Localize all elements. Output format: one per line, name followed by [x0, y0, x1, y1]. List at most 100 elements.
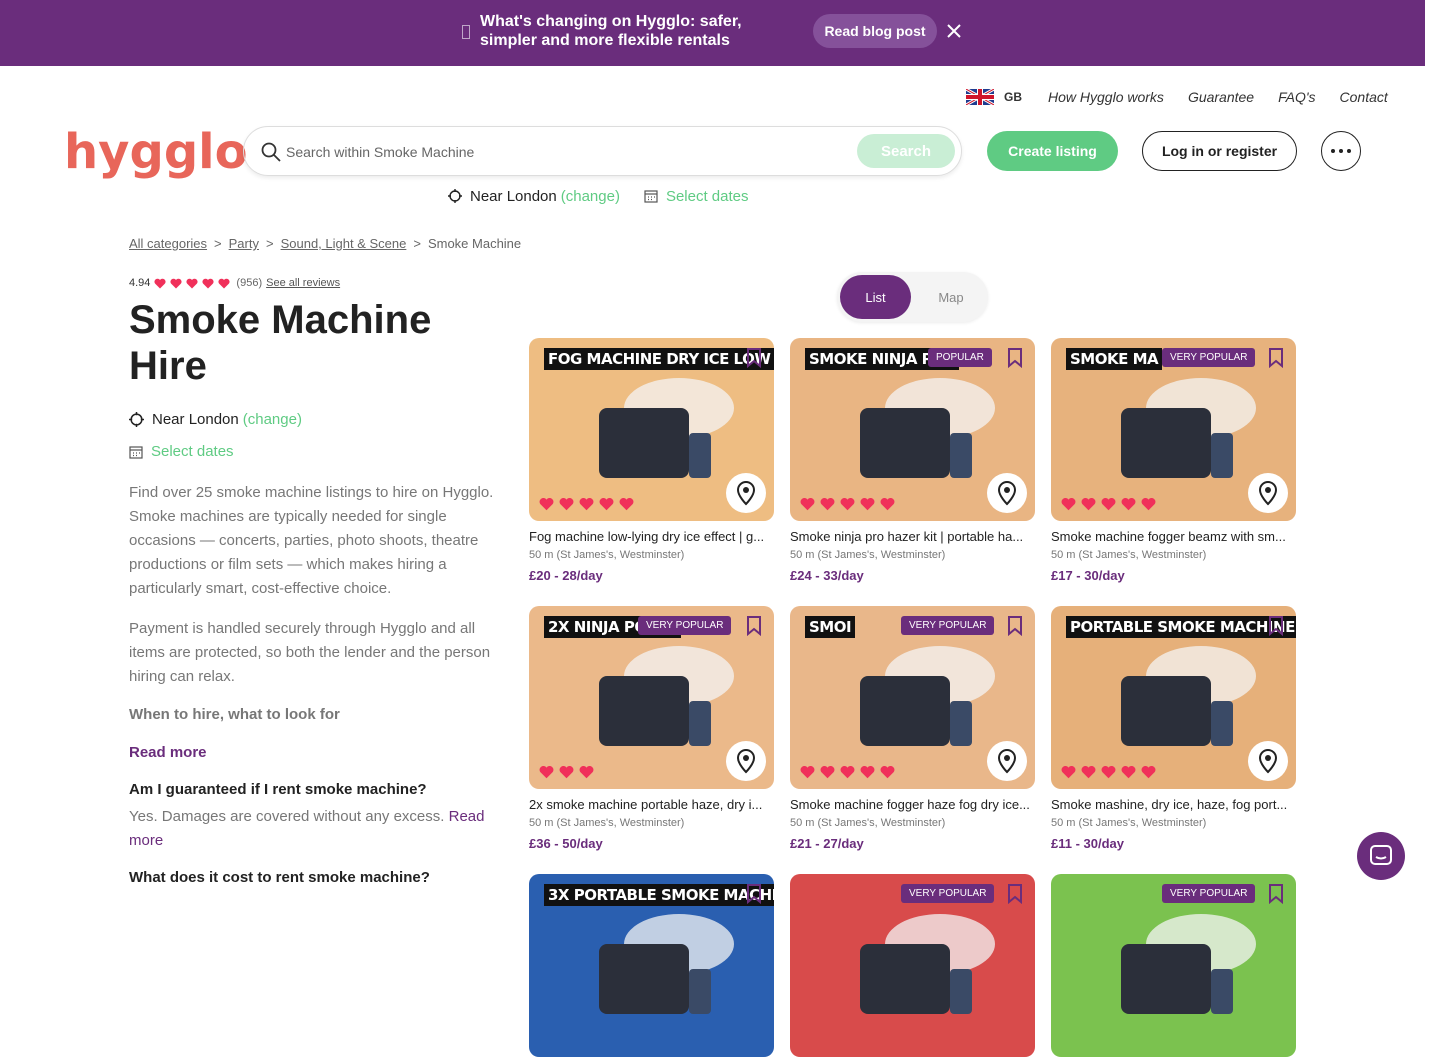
create-listing-button[interactable]: Create listing: [987, 131, 1118, 171]
owner-avatar: [987, 473, 1027, 513]
page-title: Smoke Machine Hire: [129, 298, 432, 388]
read-blog-post-button[interactable]: Read blog post: [813, 14, 937, 48]
listing-price: £36 - 50/day: [529, 836, 603, 851]
heart-icon: [1061, 497, 1076, 511]
heart-icon: [880, 497, 895, 511]
faqs-link[interactable]: FAQ's: [1278, 89, 1315, 105]
bookmark-icon[interactable]: [1007, 616, 1023, 636]
bookmark-icon[interactable]: [746, 616, 762, 636]
heart-icon: [539, 765, 554, 779]
calendar-icon: [644, 190, 658, 203]
heart-icon: [1101, 765, 1116, 779]
left-location: Near London (change): [129, 411, 302, 428]
map-pin-icon: [1258, 748, 1278, 774]
rating-hearts: [800, 765, 895, 779]
heart-icon: [1121, 497, 1136, 511]
listing-title[interactable]: Smoke mashine, dry ice, haze, fog port..…: [1051, 797, 1296, 812]
uk-flag-icon[interactable]: [966, 89, 994, 105]
breadcrumb-separator: >: [214, 236, 222, 251]
listing-card[interactable]: SMOKE MA VERY POPULAR Smoke machine fogger…: [1051, 338, 1296, 583]
breadcrumb-party[interactable]: Party: [229, 236, 259, 251]
listing-price: £20 - 28/day: [529, 568, 603, 583]
listing-title[interactable]: 2x smoke machine portable haze, dry i...: [529, 797, 774, 812]
heart-icon: [619, 497, 634, 511]
rating-hearts: [800, 497, 895, 511]
bookmark-icon[interactable]: [1268, 884, 1284, 904]
select-dates-link[interactable]: Select dates: [151, 443, 234, 460]
guarantee-link[interactable]: Guarantee: [1188, 89, 1254, 105]
listing-image[interactable]: VERY POPULAR: [1051, 874, 1296, 1057]
bookmark-icon[interactable]: [1268, 348, 1284, 368]
listing-image[interactable]: 2X NINJA PORTA VERY POPULAR: [529, 606, 774, 789]
heart-icon: [539, 497, 554, 511]
breadcrumb: All categories > Party > Sound, Light & …: [129, 236, 521, 251]
map-view-button[interactable]: Map: [917, 275, 985, 319]
listing-card[interactable]: VERY POPULAR: [1051, 874, 1296, 1057]
breadcrumb-separator: >: [265, 236, 274, 251]
heart-icon: [202, 278, 214, 288]
change-location-link[interactable]: (change): [243, 411, 302, 428]
location-target-icon: [448, 189, 462, 203]
listing-image[interactable]: SMOKE MA VERY POPULAR: [1051, 338, 1296, 521]
listing-image[interactable]: PORTABLE SMOKE MACHINE: [1051, 606, 1296, 789]
listing-location: 50 m (St James's, Westminster): [1051, 549, 1207, 561]
left-dates: Select dates: [129, 443, 234, 460]
read-more-link[interactable]: Read more: [129, 744, 207, 761]
listing-image[interactable]: SMOKE NINJA PRO POPULAR: [790, 338, 1035, 521]
listing-image[interactable]: VERY POPULAR: [790, 874, 1035, 1057]
heart-icon: [579, 497, 594, 511]
listing-image[interactable]: 3X PORTABLE SMOKE MACHINE ULTIMATE SET: [529, 874, 774, 1057]
change-location-link[interactable]: (change): [561, 188, 620, 205]
hygglo-logo[interactable]: hygglo: [64, 124, 248, 180]
category-description: Find over 25 smoke machine listings to h…: [129, 484, 494, 597]
how-hygglo-works-link[interactable]: How Hygglo works: [1048, 89, 1164, 105]
listing-location: 50 m (St James's, Westminster): [790, 549, 946, 561]
breadcrumb-current: Smoke Machine: [427, 236, 522, 251]
login-register-button[interactable]: Log in or register: [1142, 131, 1297, 171]
breadcrumb-all-categories[interactable]: All categories: [129, 236, 207, 251]
bookmark-icon[interactable]: [746, 348, 762, 368]
listing-card[interactable]: SMOKE NINJA PRO POPULAR Smoke ninja pro ha…: [790, 338, 1035, 583]
more-menu-button[interactable]: [1321, 131, 1361, 171]
listing-card[interactable]: PORTABLE SMOKE MACHINE Smoke mashine, dry…: [1051, 606, 1296, 851]
listing-title[interactable]: Fog machine low-lying dry ice effect | g…: [529, 529, 774, 544]
bookmark-icon[interactable]: [1007, 884, 1023, 904]
listing-title[interactable]: Smoke machine fogger haze fog dry ice...: [790, 797, 1035, 812]
listing-price: £24 - 33/day: [790, 568, 864, 583]
listing-card[interactable]: 2X NINJA PORTA VERY POPULAR 2x smoke machi…: [529, 606, 774, 851]
listing-location: 50 m (St James's, Westminster): [529, 817, 685, 829]
popularity-badge: POPULAR: [928, 348, 992, 367]
owner-avatar: [987, 741, 1027, 781]
list-view-button[interactable]: List: [840, 275, 911, 319]
bookmark-icon[interactable]: [1007, 348, 1023, 368]
listing-image[interactable]: SMOI VERY POPULAR: [790, 606, 1035, 789]
map-pin-icon: [1258, 480, 1278, 506]
bookmark-icon[interactable]: [1268, 616, 1284, 636]
near-label: Near: [470, 187, 507, 205]
listing-card[interactable]: 3X PORTABLE SMOKE MACHINE ULTIMATE SET: [529, 874, 774, 1057]
close-icon[interactable]: [945, 22, 963, 40]
search-input[interactable]: [286, 140, 846, 164]
heart-icon: [800, 765, 815, 779]
country-code[interactable]: GB: [1004, 90, 1022, 104]
see-all-reviews-link[interactable]: See all reviews: [266, 277, 340, 289]
select-dates-link[interactable]: Select dates: [666, 188, 749, 205]
heart-icon: [559, 497, 574, 511]
chat-button[interactable]: [1357, 832, 1405, 880]
popularity-badge: VERY POPULAR: [901, 884, 995, 903]
contact-link[interactable]: Contact: [1340, 89, 1388, 105]
location-target-icon: [129, 412, 144, 427]
listing-title[interactable]: Smoke machine fogger beamz with sm...: [1051, 529, 1296, 544]
listing-card[interactable]: SMOI VERY POPULAR Smoke machine fogger haz…: [790, 606, 1035, 851]
listing-card[interactable]: FOG MACHINE DRY ICE LOW LYING Fog machine…: [529, 338, 774, 583]
listing-title[interactable]: Smoke ninja pro hazer kit | portable ha.…: [790, 529, 1035, 544]
heart-icon: [880, 765, 895, 779]
search-button[interactable]: Search: [857, 134, 955, 168]
breadcrumb-sound-light-scene[interactable]: Sound, Light & Scene: [281, 236, 407, 251]
rating-count: (956): [236, 277, 263, 289]
listing-image[interactable]: FOG MACHINE DRY ICE LOW LYING: [529, 338, 774, 521]
chat-icon: [1370, 845, 1392, 865]
listing-card[interactable]: VERY POPULAR: [790, 874, 1035, 1057]
bookmark-icon[interactable]: [746, 884, 762, 904]
heart-icon: [1141, 765, 1156, 779]
